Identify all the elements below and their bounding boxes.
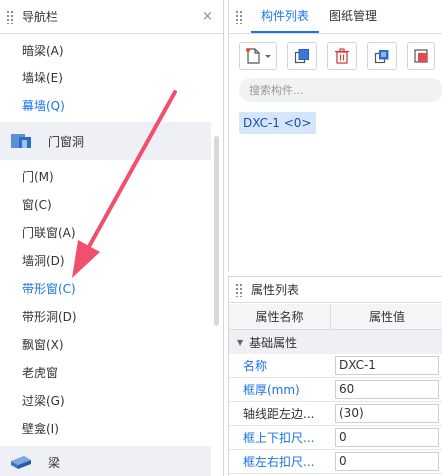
property-row: 框上下扣尺... 0 — [229, 426, 442, 450]
property-name: 框厚(mm) — [243, 383, 300, 397]
nav-item-muqiang[interactable]: 幕墙(Q) — [22, 97, 65, 115]
property-value-field[interactable]: 0 — [335, 452, 439, 471]
copy-component-button[interactable] — [287, 42, 317, 70]
property-name: 名称 — [243, 359, 268, 373]
property-row: 轴线距左边... (30) — [229, 402, 442, 426]
nav-item-dormer[interactable]: 老虎窗 — [22, 364, 58, 382]
new-component-button[interactable] — [239, 42, 277, 70]
duplicate-icon — [374, 50, 389, 64]
close-icon[interactable]: × — [202, 10, 213, 23]
beam-icon — [10, 453, 32, 471]
trash-icon — [335, 48, 349, 64]
nav-item-qiangduo[interactable]: 墙垛(E) — [22, 69, 63, 87]
property-name: 框左右扣尺... — [243, 455, 315, 469]
copy-icon — [294, 49, 309, 64]
nav-item-door[interactable]: 门(M) — [22, 168, 54, 186]
navigation-panel: 导航栏 × 暗梁(A) 墙垛(E) 幕墙(Q) 门窗洞 门(M) 窗(C) 门联… — [0, 0, 224, 476]
nav-group-door-window[interactable]: 门窗洞 — [0, 122, 211, 160]
nav-scrollbar[interactable] — [214, 136, 219, 326]
property-value-field[interactable]: (30) — [335, 404, 439, 423]
door-window-icon — [10, 132, 32, 150]
component-item-selected[interactable]: DXC-1 <0> — [239, 112, 316, 134]
nav-group-beam[interactable]: 梁 — [0, 446, 211, 476]
nav-header: 导航栏 × — [0, 0, 223, 34]
component-list-panel: 构件列表 图纸管理 搜索构件... DXC-1 <0> — [228, 0, 442, 272]
section-basic-properties[interactable]: ▼ 基础属性 — [229, 330, 442, 354]
property-list-panel: 属性列表 属性名称 属性值 ▼ 基础属性 名称 DXC-1 框厚(mm) 60 … — [228, 276, 442, 476]
property-row: 框左右扣尺... 0 — [229, 450, 442, 474]
tab-component-list[interactable]: 构件列表 — [251, 0, 320, 33]
nav-item-bay-window[interactable]: 飘窗(X) — [22, 336, 64, 354]
new-file-icon — [246, 48, 271, 64]
drag-grip-icon[interactable] — [6, 9, 14, 24]
property-header: 属性列表 — [229, 277, 442, 303]
nav-group-label: 门窗洞 — [48, 134, 85, 149]
nav-item-anliang[interactable]: 暗梁(A) — [22, 42, 64, 60]
col-property-name: 属性名称 — [229, 304, 331, 330]
nav-group-label: 梁 — [48, 455, 61, 470]
nav-item-strip-window[interactable]: 带形窗(C) — [22, 280, 76, 298]
property-value-field[interactable]: 60 — [335, 380, 439, 399]
nav-title: 导航栏 — [22, 10, 59, 24]
col-property-value: 属性值 — [368, 310, 405, 324]
collapse-arrow-icon[interactable]: ▼ — [237, 338, 243, 347]
nav-item-wall-opening[interactable]: 墙洞(D) — [22, 252, 65, 270]
property-column-header: 属性名称 属性值 — [229, 304, 442, 330]
property-value-field[interactable]: DXC-1 — [335, 356, 439, 375]
property-name: 轴线距左边... — [243, 407, 315, 421]
drag-grip-icon[interactable] — [235, 282, 243, 297]
nav-item-niche[interactable]: 壁龛(I) — [22, 420, 59, 438]
property-row: 框厚(mm) 60 — [229, 378, 442, 402]
property-name: 框上下扣尺... — [243, 431, 315, 445]
delete-component-button[interactable] — [327, 42, 357, 70]
component-toolbar — [239, 42, 435, 70]
drag-grip-icon[interactable] — [235, 10, 243, 24]
property-value-field[interactable]: 0 — [335, 428, 439, 447]
component-search-input[interactable] — [239, 78, 442, 102]
duplicate-layer-button[interactable] — [367, 42, 397, 70]
nav-item-strip-opening[interactable]: 带形洞(D) — [22, 308, 77, 326]
nav-item-door-window-combo[interactable]: 门联窗(A) — [22, 224, 76, 242]
nav-item-lintel[interactable]: 过梁(G) — [22, 392, 65, 410]
more-tools-button[interactable] — [407, 42, 435, 70]
component-tabbar: 构件列表 图纸管理 — [229, 0, 442, 34]
tab-drawing-management[interactable]: 图纸管理 — [319, 0, 387, 33]
layers-icon — [414, 49, 428, 63]
section-label: 基础属性 — [249, 335, 298, 350]
nav-item-window[interactable]: 窗(C) — [22, 196, 52, 214]
property-row: 名称 DXC-1 — [229, 354, 442, 378]
property-title: 属性列表 — [251, 283, 300, 297]
